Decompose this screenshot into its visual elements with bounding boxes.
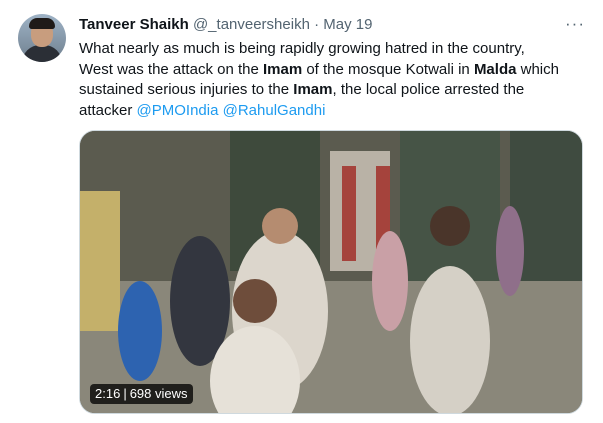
video-player[interactable] xyxy=(79,130,583,414)
video-frame xyxy=(80,131,582,413)
author-handle[interactable]: @_tanveersheikh xyxy=(193,16,310,33)
tweet-text: What nearly as much is being rapidly gro… xyxy=(79,39,591,121)
video-duration: 2:16 xyxy=(95,386,121,401)
video-views: 698 views xyxy=(129,386,188,401)
text-run: West was the attack on the xyxy=(79,60,263,78)
text-run: attacker xyxy=(79,101,137,119)
text-run: , the local police arrested the xyxy=(332,81,525,98)
text-run: What nearly as much is being rapidly gro… xyxy=(79,40,525,57)
badge-separator: | xyxy=(123,386,127,401)
avatar[interactable] xyxy=(18,14,66,62)
tweet-text-line: What nearly as much is being rapidly gro… xyxy=(79,39,591,60)
bold-text: Imam xyxy=(262,60,303,78)
tweet-text-line: sustained serious injuries to the Imam, … xyxy=(79,80,591,101)
text-run: of the mosque Kotwali in xyxy=(302,60,474,78)
video-stats-badge: 2:16 | 698 views xyxy=(90,384,193,404)
tweet-text-line: attacker @PMOIndia @RahulGandhi xyxy=(79,101,591,122)
text-run: sustained serious injuries to the xyxy=(79,81,294,98)
tweet-text-line: West was the attack on the Imam of the m… xyxy=(79,60,591,81)
tweet[interactable]: Tanveer Shaikh @_tanveersheikh · May 19 … xyxy=(0,0,603,423)
tweet-date[interactable]: May 19 xyxy=(323,16,372,33)
text-run: which xyxy=(516,60,559,78)
tweet-header: Tanveer Shaikh @_tanveersheikh · May 19 xyxy=(79,16,372,34)
header-separator: · xyxy=(314,16,320,33)
author-name[interactable]: Tanveer Shaikh xyxy=(79,16,189,33)
more-icon[interactable]: ··· xyxy=(565,15,585,32)
bold-text: Imam xyxy=(293,81,333,98)
bold-text: Malda xyxy=(473,60,517,78)
mention-link[interactable]: @RahulGandhi xyxy=(223,102,326,119)
mention-link[interactable]: @PMOIndia xyxy=(137,102,219,119)
